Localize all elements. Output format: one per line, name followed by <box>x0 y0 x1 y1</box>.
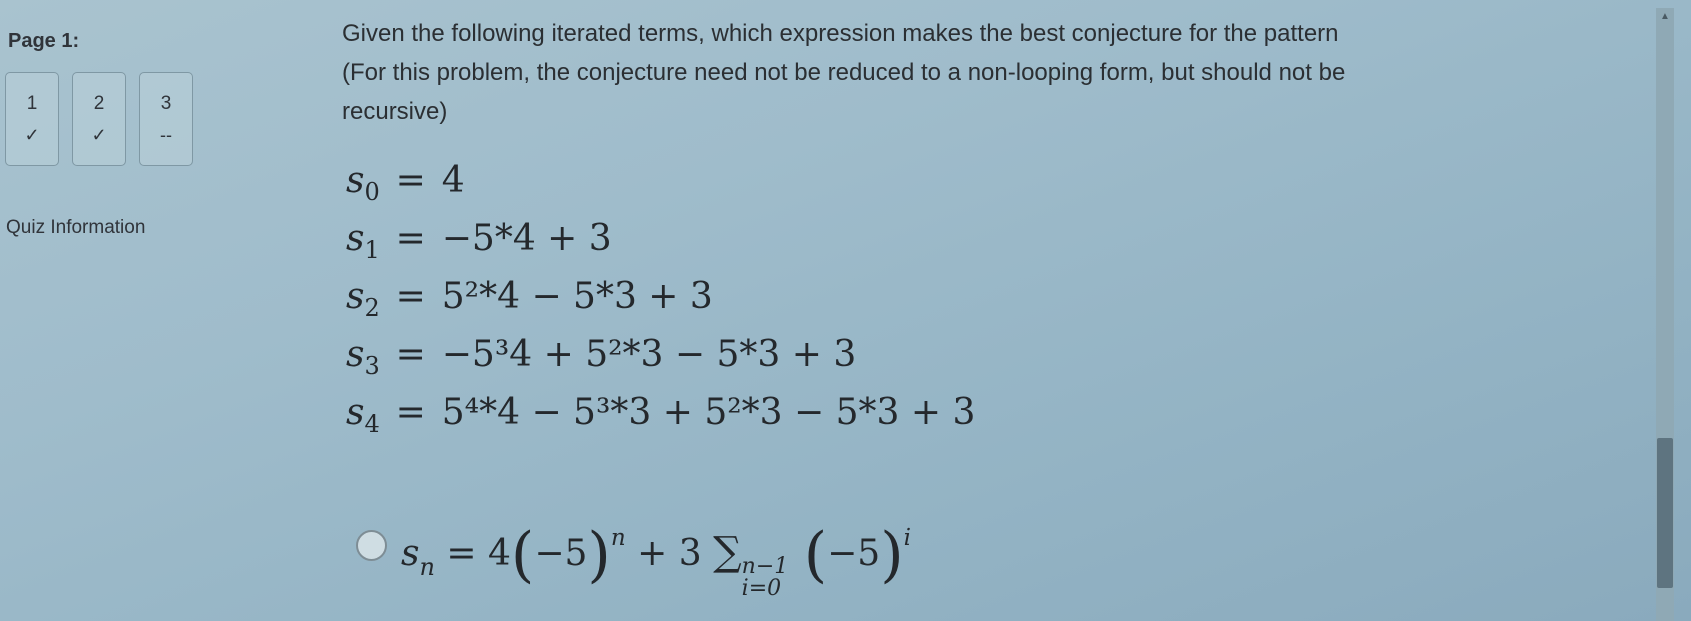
check-icon: ✓ <box>24 125 40 145</box>
scroll-up-arrow-icon[interactable]: ▲ <box>1656 8 1674 26</box>
term-expression: −5*4 + 3 <box>441 218 612 259</box>
question-nav: 1 ✓ 2 ✓ 3 -- <box>5 72 193 166</box>
question-prompt: Given the following iterated terms, whic… <box>342 20 1346 125</box>
term-expression: 5⁴*4 − 5³*3 + 5²*3 − 5*3 + 3 <box>441 392 976 433</box>
term-row: s3 = −5³4 + 5²*3 − 5*3 + 3 <box>346 334 857 380</box>
question-number: 3 <box>160 93 172 114</box>
question-nav-item-2[interactable]: 2 ✓ <box>72 72 126 166</box>
question-nav-item-3[interactable]: 3 -- <box>139 72 193 166</box>
term-expression: 5²*4 − 5*3 + 3 <box>441 276 713 317</box>
summation-limits: n−1 i=0 <box>741 554 789 601</box>
term-row: s1 = −5*4 + 3 <box>346 218 612 264</box>
summation-symbol: ∑ <box>713 529 742 575</box>
answer-radio-button[interactable] <box>356 529 387 561</box>
question-nav-item-1[interactable]: 1 ✓ <box>5 72 59 166</box>
question-panel: Given the following iterated terms, whic… <box>342 14 1345 131</box>
term-row: s4 = 5⁴*4 − 5³*3 + 5²*3 − 5*3 + 3 <box>346 392 976 438</box>
question-number: 1 <box>26 93 38 114</box>
sidebar: Page 1: 1 ✓ 2 ✓ 3 -- Quiz Information <box>0 0 320 621</box>
term-row: s2 = 5²*4 − 5*3 + 3 <box>346 276 713 322</box>
unanswered-indicator: -- <box>160 125 172 145</box>
answer-expression: sn = 4(−5)n + 3 ∑ n−1 i=0 (−5)i <box>401 520 911 601</box>
page-label: Page 1: <box>8 30 80 52</box>
term-row: s0 = 4 <box>346 160 465 206</box>
check-icon: ✓ <box>91 125 107 145</box>
term-expression: 4 <box>441 160 465 201</box>
question-number: 2 <box>93 93 105 114</box>
quiz-information-link[interactable]: Quiz Information <box>6 217 145 239</box>
answer-option[interactable]: sn = 4(−5)n + 3 ∑ n−1 i=0 (−5)i <box>356 520 911 600</box>
scrollbar-thumb[interactable] <box>1657 438 1673 588</box>
term-expression: −5³4 + 5²*3 − 5*3 + 3 <box>441 334 857 375</box>
